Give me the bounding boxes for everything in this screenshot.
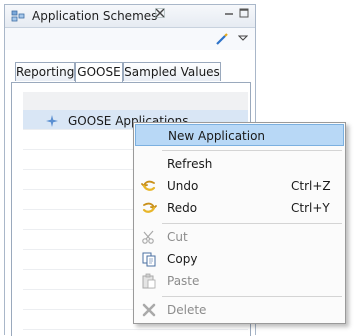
menu-separator (162, 223, 342, 224)
menu-item-undo[interactable]: Undo Ctrl+Z (135, 175, 344, 197)
maximize-icon[interactable] (239, 8, 249, 18)
tab-reporting[interactable]: Reporting (15, 62, 75, 81)
context-menu: New Application Refresh Undo Ctrl+Z Redo… (133, 122, 346, 324)
application-schemes-icon (11, 10, 25, 22)
paste-icon (142, 273, 156, 289)
undo-arrow-icon (141, 180, 156, 191)
menu-item-redo[interactable]: Redo Ctrl+Y (135, 197, 344, 219)
view-toolbar (5, 28, 255, 50)
menu-item-copy[interactable]: Copy (135, 248, 344, 270)
view-title-bar[interactable]: Application Schemes (5, 5, 255, 28)
menu-item-new-application[interactable]: New Application (135, 124, 344, 146)
view-title: Application Schemes (32, 9, 158, 23)
tree-header (23, 92, 248, 110)
tab-goose[interactable]: GOOSE (75, 62, 123, 82)
menu-item-paste[interactable]: Paste (135, 270, 344, 292)
menu-item-refresh[interactable]: Refresh (135, 153, 344, 175)
copy-icon (142, 252, 156, 267)
delete-x-icon (142, 303, 156, 317)
pen-icon[interactable] (215, 32, 229, 46)
close-x-icon[interactable] (155, 8, 165, 18)
goose-node-icon (46, 115, 58, 127)
menu-separator (162, 150, 342, 151)
menu-item-delete[interactable]: Delete (135, 299, 344, 321)
redo-arrow-icon (142, 202, 157, 213)
view-menu-chevron-icon[interactable] (238, 33, 248, 43)
scissors-icon (142, 230, 154, 244)
menu-item-cut[interactable]: Cut (135, 226, 344, 248)
tab-sampled-values[interactable]: Sampled Values (123, 62, 221, 81)
minimize-icon[interactable] (224, 8, 234, 18)
menu-separator (162, 296, 342, 297)
